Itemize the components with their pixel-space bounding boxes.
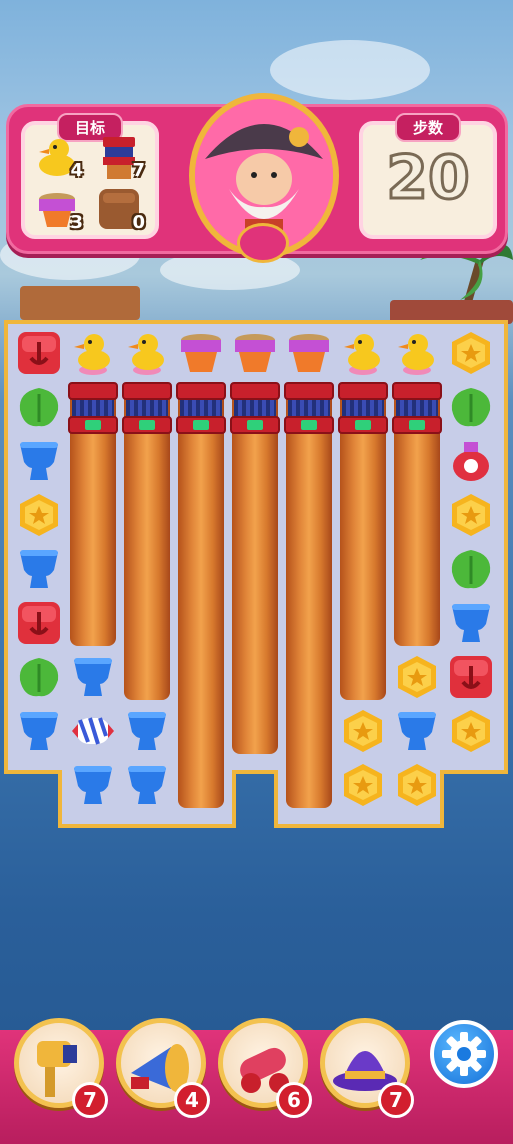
bomb-pot-tile[interactable] bbox=[444, 434, 498, 488]
cannon-booster-count: 6 bbox=[276, 1082, 312, 1118]
anchor-box-tile[interactable] bbox=[12, 326, 66, 380]
leaf-tile[interactable] bbox=[12, 650, 66, 704]
settings-button[interactable] bbox=[430, 1020, 498, 1088]
pillar-band bbox=[72, 400, 114, 416]
gear-icon bbox=[442, 1032, 486, 1076]
rubber-duck-tile[interactable] bbox=[66, 326, 120, 380]
pillar-cap bbox=[122, 382, 172, 400]
leaf-tile[interactable] bbox=[12, 380, 66, 434]
gold-coin-tile[interactable] bbox=[444, 704, 498, 758]
pillar-band bbox=[126, 400, 168, 416]
goal-dirt: 0 bbox=[97, 187, 145, 233]
ship-deck-decoration bbox=[20, 286, 140, 320]
pillar-collar bbox=[284, 416, 334, 434]
moves-panel: 步数 20 bbox=[359, 113, 497, 239]
pillar-cap bbox=[284, 382, 334, 400]
wooden-pillar[interactable] bbox=[178, 390, 224, 808]
pillar-collar bbox=[122, 416, 172, 434]
pillar-band bbox=[234, 400, 276, 416]
rubber-duck-tile[interactable] bbox=[336, 326, 390, 380]
horn-booster-count: 4 bbox=[174, 1082, 210, 1118]
striped-candy-tile[interactable] bbox=[66, 704, 120, 758]
pillar-band bbox=[342, 400, 384, 416]
purple-bucket-tile[interactable] bbox=[174, 326, 228, 380]
blue-cup-tile[interactable] bbox=[390, 704, 444, 758]
leaf-tile[interactable] bbox=[444, 380, 498, 434]
goal-bucket: 3 bbox=[35, 187, 83, 233]
game-board bbox=[4, 320, 508, 830]
pillar-band bbox=[288, 400, 330, 416]
gold-coin-tile[interactable] bbox=[12, 488, 66, 542]
pillar-cap bbox=[230, 382, 280, 400]
gold-coin-tile[interactable] bbox=[444, 326, 498, 380]
gold-coin-tile[interactable] bbox=[336, 704, 390, 758]
pillar-band bbox=[396, 400, 438, 416]
blue-cup-tile[interactable] bbox=[12, 704, 66, 758]
gold-coin-tile[interactable] bbox=[390, 758, 444, 812]
goal-dirt-count: 0 bbox=[132, 212, 145, 233]
pillar-collar bbox=[338, 416, 388, 434]
gold-coin-tile[interactable] bbox=[390, 650, 444, 704]
gold-coin-tile[interactable] bbox=[336, 758, 390, 812]
pillar-collar bbox=[230, 416, 280, 434]
wooden-pillar[interactable] bbox=[286, 390, 332, 808]
pillar-cap bbox=[338, 382, 388, 400]
rubber-duck-tile[interactable] bbox=[120, 326, 174, 380]
pillar-cap bbox=[392, 382, 442, 400]
pillar-cap bbox=[68, 382, 118, 400]
moves-title: 步数 bbox=[394, 113, 462, 142]
goal-pillar: 7 bbox=[97, 135, 145, 181]
captain-badge bbox=[237, 223, 289, 263]
level-hud: 目标 4 7 3 0 步数 20 bbox=[6, 93, 508, 263]
blue-cup-tile[interactable] bbox=[444, 596, 498, 650]
goal-bucket-count: 3 bbox=[70, 212, 83, 233]
blue-cup-tile[interactable] bbox=[66, 758, 120, 812]
blue-cup-tile[interactable] bbox=[12, 434, 66, 488]
pillar-collar bbox=[176, 416, 226, 434]
leaf-tile[interactable] bbox=[444, 542, 498, 596]
hammer-booster-count: 7 bbox=[72, 1082, 108, 1118]
wooden-pillar[interactable] bbox=[232, 390, 278, 754]
goal-duck: 4 bbox=[35, 135, 83, 181]
anchor-box-tile[interactable] bbox=[444, 650, 498, 704]
purple-bucket-tile[interactable] bbox=[228, 326, 282, 380]
goal-pillar-count: 7 bbox=[132, 160, 145, 181]
pillar-cap bbox=[176, 382, 226, 400]
goals-panel: 目标 4 7 3 0 bbox=[21, 113, 159, 239]
pillar-band bbox=[180, 400, 222, 416]
blue-cup-tile[interactable] bbox=[120, 758, 174, 812]
wizard-hat-booster-count: 7 bbox=[378, 1082, 414, 1118]
cloud bbox=[270, 40, 430, 100]
goal-duck-count: 4 bbox=[70, 160, 83, 181]
wooden-pillar[interactable] bbox=[340, 390, 386, 700]
gold-coin-tile[interactable] bbox=[444, 488, 498, 542]
rubber-duck-tile[interactable] bbox=[390, 326, 444, 380]
anchor-box-tile[interactable] bbox=[12, 596, 66, 650]
pillar-collar bbox=[392, 416, 442, 434]
pillar-collar bbox=[68, 416, 118, 434]
wooden-pillar[interactable] bbox=[124, 390, 170, 700]
blue-cup-tile[interactable] bbox=[66, 650, 120, 704]
purple-bucket-tile[interactable] bbox=[282, 326, 336, 380]
blue-cup-tile[interactable] bbox=[12, 542, 66, 596]
moves-counter: 20 bbox=[385, 142, 472, 215]
blue-cup-tile[interactable] bbox=[120, 704, 174, 758]
